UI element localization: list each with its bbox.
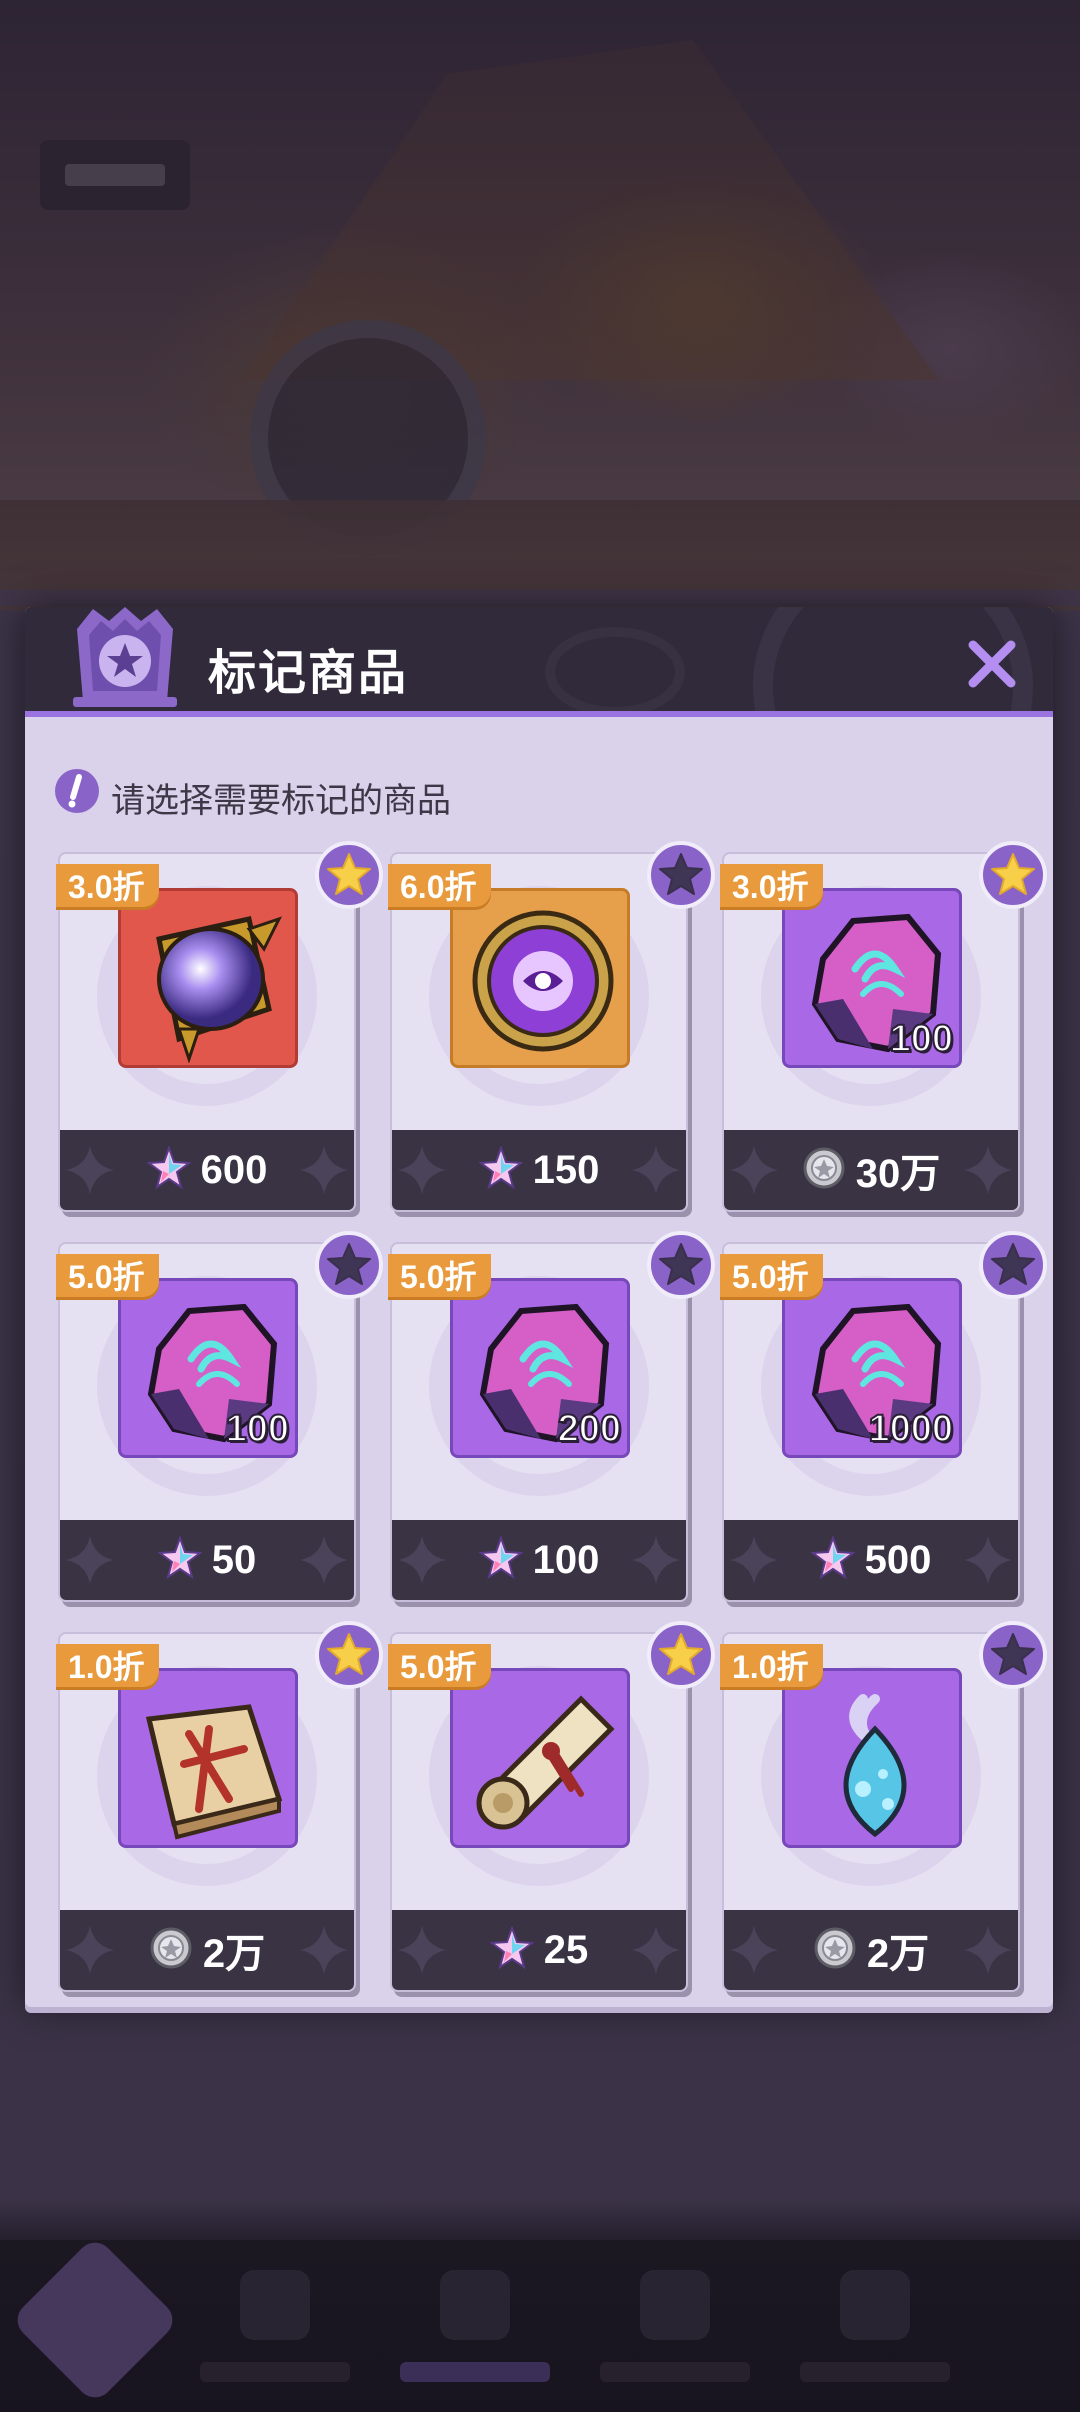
item-card[interactable]: 25 5.0折 <box>388 1621 715 1992</box>
hint-text: 请选择需要标记的商品 <box>111 782 451 820</box>
item-price: 30万 <box>855 1152 941 1196</box>
price-bar: 100 <box>392 1520 686 1600</box>
discount-badge: 5.0折 <box>720 1254 823 1300</box>
mark-star-button[interactable] <box>314 1230 384 1300</box>
item-card[interactable]: 2万 1.0折 <box>720 1621 1047 1992</box>
star-crystal-icon <box>477 1534 524 1585</box>
item-price: 100 <box>532 1537 600 1582</box>
mark-star-button[interactable] <box>314 1620 384 1690</box>
price-bar: 30万 <box>724 1130 1018 1210</box>
item-card[interactable]: 600 3.0折 <box>56 841 383 1212</box>
mark-items-dialog: 标记商品 请选择需要标记的商品 600 3.0折 150 6.0折 100 30… <box>25 607 1053 2007</box>
item-frame <box>450 1668 630 1848</box>
discount-badge: 3.0折 <box>720 864 823 910</box>
silver-coin-icon <box>149 1926 193 1975</box>
item-card[interactable]: 100 50 5.0折 <box>56 1231 383 1602</box>
item-frame: 100 <box>782 888 962 1068</box>
price-bar: 50 <box>60 1520 354 1600</box>
discount-badge: 1.0折 <box>720 1644 823 1690</box>
item-frame <box>118 888 298 1068</box>
item-price: 2万 <box>866 1932 930 1976</box>
item-price: 2万 <box>202 1932 266 1976</box>
item-frame: 100 <box>118 1278 298 1458</box>
nav-shop-icon <box>440 2270 510 2340</box>
mark-star-button[interactable] <box>646 1230 716 1300</box>
shop-emblem-icon <box>73 607 177 707</box>
silver-coin-icon <box>802 1146 846 1195</box>
discount-badge: 5.0折 <box>388 1254 491 1300</box>
item-frame <box>782 1668 962 1848</box>
nav-item-5[interactable] <box>780 2240 970 2412</box>
item-card[interactable]: 2万 1.0折 <box>56 1621 383 1992</box>
item-frame <box>118 1668 298 1848</box>
star-crystal-icon <box>477 1144 524 1195</box>
star-icon <box>314 1231 384 1304</box>
item-card[interactable]: 1000 500 5.0折 <box>720 1231 1047 1602</box>
nav-item-home[interactable] <box>0 2235 190 2412</box>
discount-badge: 6.0折 <box>388 864 491 910</box>
star-icon <box>646 1621 716 1694</box>
price-bar: 25 <box>392 1910 686 1990</box>
price-bar: 500 <box>724 1520 1018 1600</box>
mark-star-button[interactable] <box>314 840 384 910</box>
nav-icon-4 <box>640 2270 710 2340</box>
nav-icon-5 <box>840 2270 910 2340</box>
nav-item-2[interactable] <box>180 2240 370 2412</box>
star-icon <box>314 841 384 914</box>
item-price: 150 <box>532 1147 600 1192</box>
star-crystal-icon <box>488 1924 535 1975</box>
mark-star-button[interactable] <box>646 1620 716 1690</box>
discount-badge: 1.0折 <box>56 1644 159 1690</box>
dialog-title: 标记商品 <box>208 647 409 700</box>
item-card[interactable]: 100 30万 3.0折 <box>720 841 1047 1212</box>
star-icon <box>646 1231 716 1304</box>
item-price: 25 <box>543 1927 589 1972</box>
mark-star-button[interactable] <box>978 1230 1048 1300</box>
star-icon <box>646 841 716 914</box>
item-price: 600 <box>200 1147 268 1192</box>
price-bar: 150 <box>392 1130 686 1210</box>
nav-icon-2 <box>240 2270 310 2340</box>
item-quantity: 100 <box>225 1407 290 1451</box>
mark-star-button[interactable] <box>646 840 716 910</box>
star-icon <box>314 1621 384 1694</box>
item-quantity: 1000 <box>867 1407 954 1451</box>
star-crystal-icon <box>145 1144 192 1195</box>
star-crystal-icon <box>809 1534 856 1585</box>
item-frame: 1000 <box>782 1278 962 1458</box>
background-shop-roof <box>242 40 939 380</box>
item-card[interactable]: 200 100 5.0折 <box>388 1231 715 1602</box>
item-frame: 200 <box>450 1278 630 1458</box>
price-bar: 2万 <box>724 1910 1018 1990</box>
item-quantity: 100 <box>889 1017 954 1061</box>
background-tab <box>40 140 190 210</box>
star-icon <box>978 1231 1048 1304</box>
price-bar: 2万 <box>60 1910 354 1990</box>
star-icon <box>978 841 1048 914</box>
discount-badge: 3.0折 <box>56 864 159 910</box>
exclamation-icon <box>55 769 99 813</box>
item-quantity: 200 <box>557 1407 622 1451</box>
price-bar: 600 <box>60 1130 354 1210</box>
star-crystal-icon <box>156 1534 203 1585</box>
close-icon[interactable] <box>965 637 1019 691</box>
nav-item-shop[interactable] <box>380 2240 570 2412</box>
star-icon <box>978 1621 1048 1694</box>
bottom-nav-bar <box>0 2235 1080 2412</box>
mark-star-button[interactable] <box>978 840 1048 910</box>
nav-item-4[interactable] <box>580 2240 770 2412</box>
item-frame <box>450 888 630 1068</box>
discount-badge: 5.0折 <box>388 1644 491 1690</box>
mark-star-button[interactable] <box>978 1620 1048 1690</box>
silver-coin-icon <box>813 1926 857 1975</box>
discount-badge: 5.0折 <box>56 1254 159 1300</box>
item-price: 500 <box>864 1537 932 1582</box>
nav-home-icon <box>10 2235 180 2405</box>
item-card[interactable]: 150 6.0折 <box>388 841 715 1212</box>
item-price: 50 <box>211 1537 257 1582</box>
